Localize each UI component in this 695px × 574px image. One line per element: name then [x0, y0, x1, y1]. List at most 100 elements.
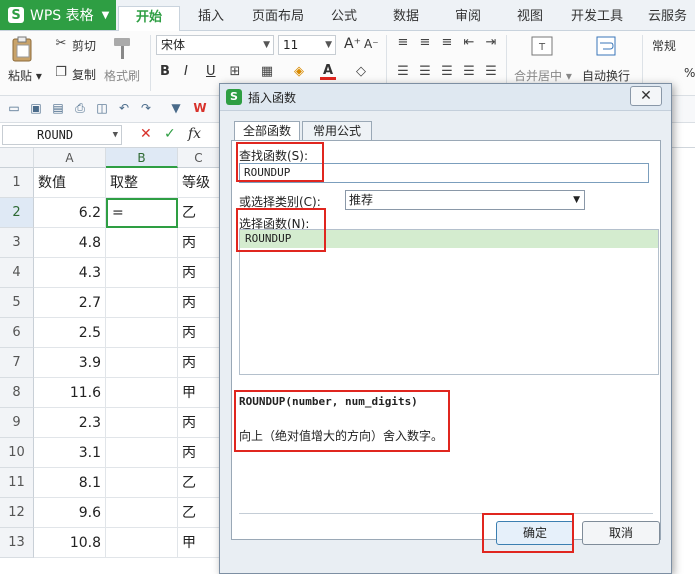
tab-data[interactable]: 数据: [384, 6, 428, 30]
font-color-button[interactable]: A: [320, 63, 336, 83]
cell-a[interactable]: 2.7: [34, 288, 106, 318]
fill-color-icon[interactable]: ◈: [290, 64, 308, 79]
cancel-button[interactable]: 取消: [582, 521, 660, 545]
export-pdf-icon[interactable]: ▤: [50, 100, 66, 116]
cell-b[interactable]: [106, 288, 178, 318]
ok-button[interactable]: 确定: [496, 521, 574, 545]
print-icon[interactable]: ⎙: [72, 100, 88, 116]
row-header[interactable]: 2: [0, 198, 34, 228]
cell-c[interactable]: 丙: [178, 318, 220, 348]
active-cell[interactable]: =: [106, 198, 178, 228]
search-function-input[interactable]: ROUNDUP: [239, 163, 649, 183]
cell-a[interactable]: 4.8: [34, 228, 106, 258]
italic-button[interactable]: I: [184, 64, 188, 79]
cell-a[interactable]: 3.9: [34, 348, 106, 378]
paste-button[interactable]: 粘贴 ▾: [8, 67, 42, 84]
underline-button[interactable]: U: [206, 64, 216, 79]
cell-c[interactable]: 丙: [178, 258, 220, 288]
font-name-select[interactable]: 宋体 ▼: [156, 35, 274, 55]
row-header[interactable]: 6: [0, 318, 34, 348]
percent-button[interactable]: %: [684, 66, 695, 80]
cell-c[interactable]: 丙: [178, 348, 220, 378]
paste-icon[interactable]: [8, 35, 36, 63]
row-header[interactable]: 9: [0, 408, 34, 438]
tab-home[interactable]: 开始: [118, 6, 180, 31]
shrink-font-button[interactable]: A⁻: [364, 37, 379, 51]
cell-b[interactable]: [106, 468, 178, 498]
cell-b[interactable]: [106, 258, 178, 288]
cell-b[interactable]: [106, 348, 178, 378]
cell-c[interactable]: 乙: [178, 468, 220, 498]
category-select[interactable]: 推荐 ▼: [345, 190, 585, 210]
clear-format-icon[interactable]: ◇: [352, 64, 370, 79]
row-header[interactable]: 3: [0, 228, 34, 258]
cell-a[interactable]: 6.2: [34, 198, 106, 228]
list-item[interactable]: ROUNDUP: [240, 230, 658, 248]
distributed-icon[interactable]: ☰: [482, 64, 500, 79]
cell-b[interactable]: [106, 528, 178, 558]
merge-center-button[interactable]: 合并居中 ▾: [514, 67, 572, 84]
grow-font-button[interactable]: A⁺: [344, 36, 361, 52]
indent-increase-icon[interactable]: ⇥: [482, 35, 500, 50]
tab-page-layout[interactable]: 页面布局: [246, 6, 310, 30]
justify-icon[interactable]: ☰: [460, 64, 478, 79]
cell-b[interactable]: [106, 228, 178, 258]
chevron-down-icon[interactable]: ▼: [168, 100, 184, 116]
tab-cloud[interactable]: 云服务: [640, 6, 695, 30]
borders-icon[interactable]: ⊞: [226, 64, 244, 79]
print-preview-icon[interactable]: ◫: [94, 100, 110, 116]
wrap-text-button[interactable]: 自动换行: [582, 67, 630, 84]
row-header[interactable]: 12: [0, 498, 34, 528]
indent-decrease-icon[interactable]: ⇤: [460, 35, 478, 50]
close-button[interactable]: ✕: [630, 86, 662, 106]
cell-a[interactable]: 8.1: [34, 468, 106, 498]
cell-c[interactable]: 丙: [178, 408, 220, 438]
cell-c[interactable]: 乙: [178, 498, 220, 528]
tab-formulas[interactable]: 公式: [322, 6, 366, 30]
tab-common-formulas[interactable]: 常用公式: [302, 121, 372, 141]
align-top-icon[interactable]: ≡: [394, 35, 412, 50]
cell-c[interactable]: 丙: [178, 288, 220, 318]
undo-icon[interactable]: ↶: [116, 100, 132, 116]
cell-c[interactable]: 等级: [178, 168, 220, 198]
align-middle-icon[interactable]: ≡: [416, 35, 434, 50]
cell-c[interactable]: 丙: [178, 438, 220, 468]
row-header[interactable]: 13: [0, 528, 34, 558]
cell-c[interactable]: 丙: [178, 228, 220, 258]
save-icon[interactable]: ▣: [28, 100, 44, 116]
align-left-icon[interactable]: ☰: [394, 64, 412, 79]
align-bottom-icon[interactable]: ≡: [438, 35, 456, 50]
cell-a[interactable]: 3.1: [34, 438, 106, 468]
column-header-b[interactable]: B: [106, 148, 178, 168]
cell-b[interactable]: [106, 318, 178, 348]
cell-style-icon[interactable]: ▦: [258, 64, 276, 79]
cell-c[interactable]: 甲: [178, 378, 220, 408]
align-right-icon[interactable]: ☰: [438, 64, 456, 79]
confirm-formula-icon[interactable]: ✓: [164, 126, 176, 142]
cell-b[interactable]: [106, 438, 178, 468]
wps-writer-icon[interactable]: W: [192, 100, 208, 116]
tab-developer[interactable]: 开发工具: [566, 6, 628, 30]
fx-button[interactable]: fx: [188, 126, 201, 142]
cell-a[interactable]: 10.8: [34, 528, 106, 558]
column-header-c[interactable]: C: [178, 148, 220, 168]
cell-a[interactable]: 数值: [34, 168, 106, 198]
cell-b[interactable]: [106, 408, 178, 438]
cell-b[interactable]: [106, 378, 178, 408]
cell-a[interactable]: 2.3: [34, 408, 106, 438]
tab-insert[interactable]: 插入: [186, 6, 236, 30]
cell-a[interactable]: 2.5: [34, 318, 106, 348]
row-header[interactable]: 1: [0, 168, 34, 198]
open-folder-icon[interactable]: ▭: [6, 100, 22, 116]
format-painter-button[interactable]: 格式刷: [104, 67, 140, 84]
row-header[interactable]: 5: [0, 288, 34, 318]
name-box[interactable]: ROUND ▼: [2, 125, 122, 145]
dialog-title-bar[interactable]: S 插入函数 ✕: [220, 84, 671, 111]
row-header[interactable]: 11: [0, 468, 34, 498]
cell-c[interactable]: 乙: [178, 198, 220, 228]
app-menu-button[interactable]: S WPS 表格 ▼: [0, 0, 116, 30]
tab-view[interactable]: 视图: [508, 6, 552, 30]
select-all-corner[interactable]: [0, 148, 34, 168]
column-header-a[interactable]: A: [34, 148, 106, 168]
row-header[interactable]: 10: [0, 438, 34, 468]
